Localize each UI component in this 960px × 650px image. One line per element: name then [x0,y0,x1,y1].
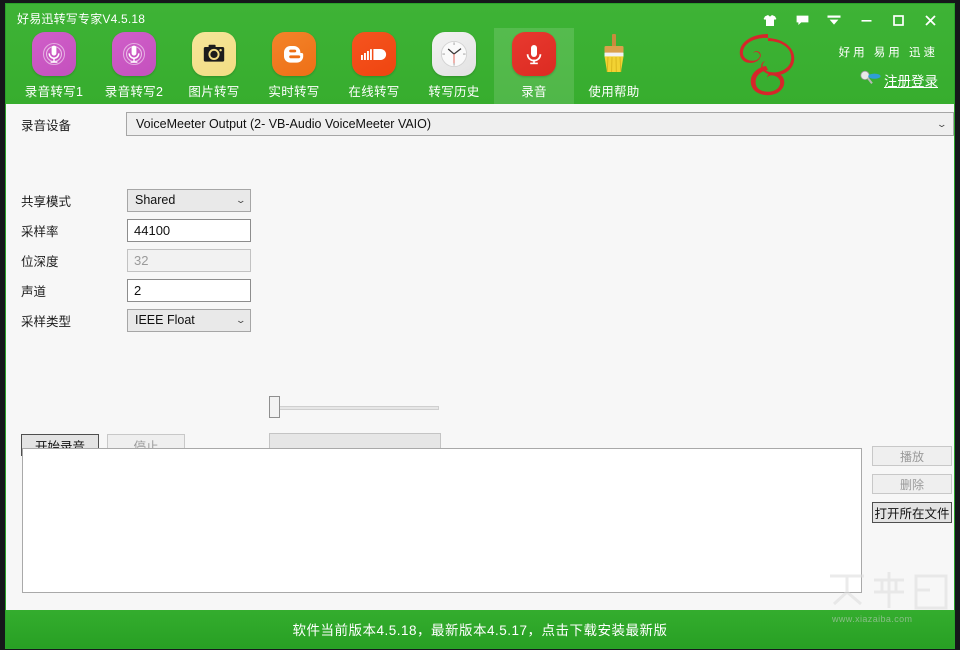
chevron-down-icon: ⌄ [235,314,247,325]
setting-row-share-mode: 共享模式 Shared ⌄ [21,187,251,213]
microphone-icon [32,32,76,76]
bit-depth-input: 32 [127,248,251,272]
camera-icon [192,32,236,76]
clock-icon [432,32,476,76]
toolbar-item-record[interactable]: 录音 [494,28,574,104]
recordings-list[interactable] [22,448,862,593]
toolbar-item-label: 图片转写 [188,85,240,99]
chevron-down-icon: ⌄ [936,118,948,129]
toolbar-item-label: 在线转写 [348,85,400,99]
toolbar-item-online-transcribe[interactable]: 在线转写 [334,28,414,104]
device-label: 录音设备 [21,118,72,133]
toolbar-item-label: 使用帮助 [588,85,640,99]
company-s-logo [730,30,806,100]
skin-icon[interactable] [754,8,786,32]
bit-depth-label: 位深度 [21,254,59,269]
window-header: 好易迅转写专家V4.5.18 录音转写1 录音转写2 图片转写 实时转写 在线转… [6,4,954,104]
volume-slider-track [277,406,439,410]
sample-type-value: IEEE Float [135,313,195,327]
register-login-button[interactable]: 注册登录 [860,70,938,90]
toolbar-item-recording-transcribe-2[interactable]: 录音转写2 [94,28,174,104]
recording-device-select[interactable]: VoiceMeeter Output (2- VB-Audio VoiceMee… [126,112,954,136]
sample-rate-input[interactable]: 44100 [127,218,251,242]
toolbar-item-transcribe-history[interactable]: 转写历史 [414,28,494,104]
toolbar-item-label: 录音 [521,85,547,99]
setting-row-sample-type: 采样类型 IEEE Float ⌄ [21,307,251,333]
open-file-location-button[interactable]: 打开所在文件 [872,502,952,523]
close-icon[interactable] [914,8,946,32]
microphone-icon [112,32,156,76]
app-root: 好易迅转写专家V4.5.18 录音转写1 录音转写2 图片转写 实时转写 在线转… [0,0,960,650]
share-mode-value: Shared [135,193,176,207]
setting-row-channels: 声道 2 [21,277,251,303]
sample-type-label: 采样类型 [21,314,72,329]
toolbar-item-realtime-transcribe[interactable]: 实时转写 [254,28,334,104]
sample-rate-label: 采样率 [21,224,59,239]
setting-row-sample-rate: 采样率 44100 [21,217,251,243]
message-icon[interactable] [786,8,818,32]
window-title: 好易迅转写专家V4.5.18 [17,12,146,26]
toolbar-item-help[interactable]: 使用帮助 [574,28,654,104]
application-window: 好易迅转写专家V4.5.18 录音转写1 录音转写2 图片转写 实时转写 在线转… [6,4,954,648]
share-mode-label: 共享模式 [21,194,72,209]
toolbar-item-recording-transcribe-1[interactable]: 录音转写1 [14,28,94,104]
chevron-down-icon: ⌄ [235,194,247,205]
broom-icon [592,32,636,76]
sample-type-select[interactable]: IEEE Float ⌄ [127,308,251,332]
volume-slider-thumb[interactable] [269,396,280,418]
key-icon [860,70,882,90]
settings-panel: 共享模式 Shared ⌄ 采样率 44100 位深度 32 声道 2 采样类型… [21,187,251,337]
soundcloud-icon [352,32,396,76]
update-status-text: 软件当前版本4.5.18，最新版本4.5.17，点击下载安装最新版 [292,623,668,638]
recording-device-value: VoiceMeeter Output (2- VB-Audio VoiceMee… [136,117,432,131]
microphone-icon [512,32,556,76]
setting-row-bit-depth: 位深度 32 [21,247,251,273]
device-row: 录音设备 VoiceMeeter Output (2- VB-Audio Voi… [14,112,954,136]
channels-label: 声道 [21,284,47,299]
toolbar-item-label: 录音转写2 [104,85,164,99]
maximize-icon[interactable] [882,8,914,32]
toolbar-item-image-transcribe[interactable]: 图片转写 [174,28,254,104]
toolbar-item-label: 实时转写 [268,85,320,99]
chevron-down-icon[interactable] [818,8,850,32]
toolbar-item-label: 录音转写1 [24,85,84,99]
brand-slogan: 好用 易用 迅速 [838,47,938,59]
channels-input[interactable]: 2 [127,278,251,302]
blogger-b-icon [272,32,316,76]
register-login-label: 注册登录 [884,74,938,89]
play-button: 播放 [872,446,952,466]
window-controls [754,8,946,32]
recording-side-actions: 播放 删除 打开所在文件 [872,446,952,523]
toolbar-item-label: 转写历史 [428,85,480,99]
main-toolbar: 录音转写1 录音转写2 图片转写 实时转写 在线转写 转写历史 录音 使用帮助 [14,28,654,104]
update-status-bar[interactable]: 软件当前版本4.5.18，最新版本4.5.17，点击下载安装最新版 [6,610,954,648]
content-area: 录音设备 VoiceMeeter Output (2- VB-Audio Voi… [6,104,954,610]
volume-slider[interactable] [269,396,439,420]
minimize-icon[interactable] [850,8,882,32]
share-mode-select[interactable]: Shared ⌄ [127,188,251,212]
delete-button: 删除 [872,474,952,494]
